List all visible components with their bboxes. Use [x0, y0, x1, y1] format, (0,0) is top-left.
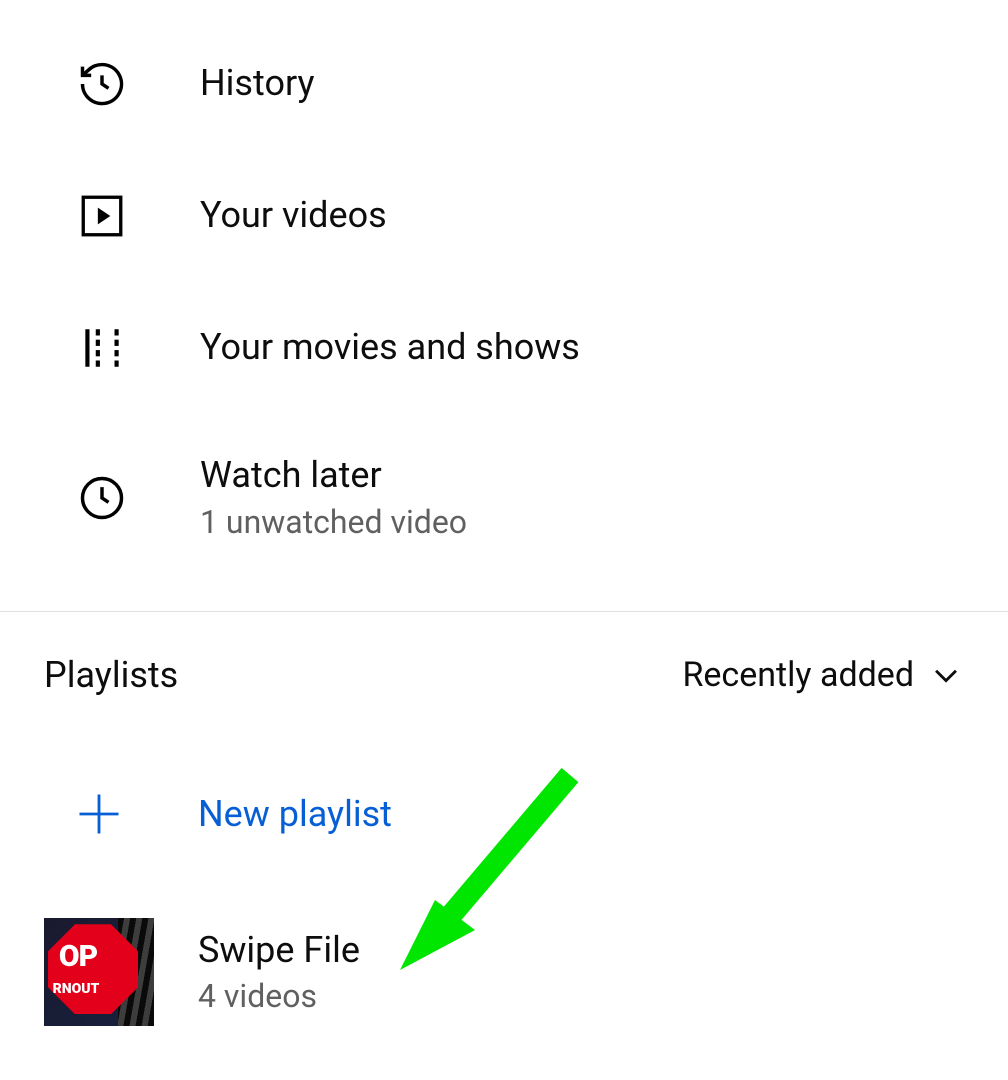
history-icon	[76, 58, 128, 110]
library-menu: History Your videos	[0, 0, 1008, 581]
thumb-text: OP	[59, 942, 97, 972]
menu-text: Watch later 1 unwatched video	[200, 454, 467, 541]
menu-text: Your videos	[200, 194, 387, 237]
playlist-count: 4 videos	[198, 977, 360, 1015]
menu-text: Your movies and shows	[200, 326, 580, 369]
playlist-thumbnail: OP RNOUT	[44, 918, 154, 1026]
new-playlist-button[interactable]: New playlist	[0, 756, 1008, 872]
sort-label: Recently added	[682, 655, 914, 695]
menu-label: Watch later	[200, 454, 467, 497]
menu-item-your-videos[interactable]: Your videos	[0, 150, 1008, 282]
menu-label: History	[200, 62, 315, 105]
menu-text: History	[200, 62, 315, 105]
movies-icon	[76, 322, 128, 374]
menu-sublabel: 1 unwatched video	[200, 503, 467, 541]
playlists-header: Playlists Recently added	[0, 612, 1008, 696]
playlists-title: Playlists	[44, 654, 178, 696]
chevron-down-icon	[928, 657, 964, 693]
plus-icon	[44, 784, 154, 844]
new-playlist-label: New playlist	[198, 793, 392, 835]
playlist-name: Swipe File	[198, 929, 360, 971]
menu-item-watch-later[interactable]: Watch later 1 unwatched video	[0, 414, 1008, 581]
playlist-item-swipe-file[interactable]: OP RNOUT Swipe File 4 videos	[0, 872, 1008, 1054]
watch-later-icon	[76, 472, 128, 524]
menu-item-history[interactable]: History	[0, 18, 1008, 150]
sort-dropdown[interactable]: Recently added	[682, 655, 964, 695]
menu-label: Your movies and shows	[200, 326, 580, 369]
playlist-text: Swipe File 4 videos	[198, 929, 360, 1015]
menu-label: Your videos	[200, 194, 387, 237]
menu-item-movies-shows[interactable]: Your movies and shows	[0, 282, 1008, 414]
playlist-list: New playlist OP RNOUT Swipe File 4 video…	[0, 696, 1008, 1054]
your-videos-icon	[76, 190, 128, 242]
thumb-subtext: RNOUT	[53, 982, 100, 996]
